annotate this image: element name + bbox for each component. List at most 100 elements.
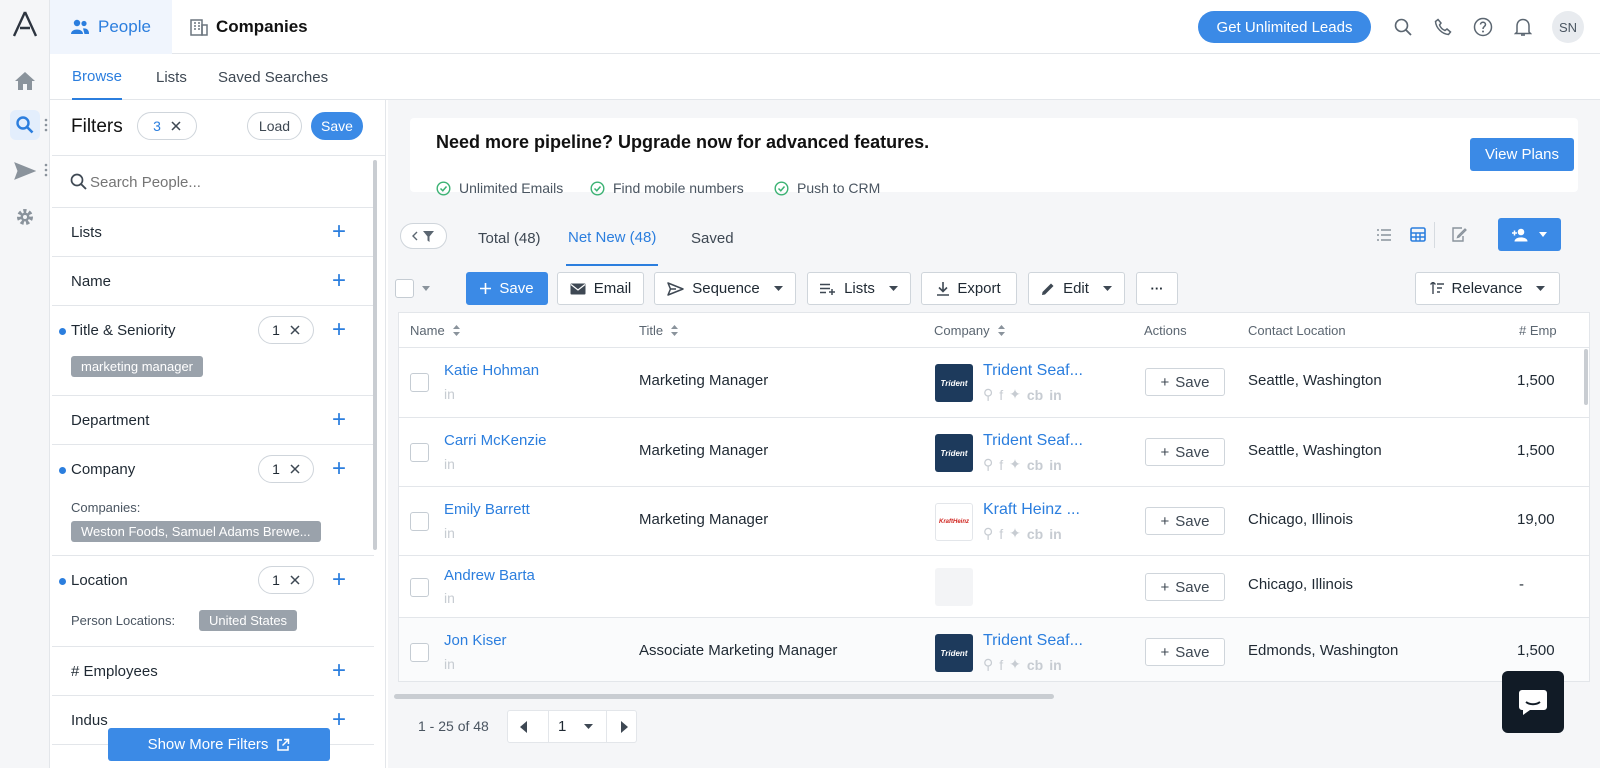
row-checkbox[interactable]	[410, 512, 429, 531]
email-button[interactable]: Email	[557, 272, 644, 305]
person-name-link[interactable]: Emily Barrett	[444, 501, 530, 518]
person-name-link[interactable]: Carri McKenzie	[444, 432, 547, 449]
row-save-button[interactable]: + Save	[1145, 507, 1225, 535]
sort-arrows-icon[interactable]	[671, 324, 679, 336]
sequence-button[interactable]: Sequence	[654, 272, 796, 305]
linkedin-icon[interactable]: in	[444, 525, 455, 541]
row-save-button[interactable]: + Save	[1145, 573, 1225, 601]
column-header-name[interactable]: Name	[410, 313, 460, 347]
tab-people[interactable]: People	[50, 0, 172, 54]
tab-saved-searches[interactable]: Saved Searches	[218, 54, 328, 100]
sort-button[interactable]: Relevance	[1415, 272, 1560, 305]
company-logo[interactable]: Trident	[935, 634, 973, 672]
filter-employees[interactable]: # Employees +	[52, 647, 374, 696]
link-icon[interactable]: ⚲	[983, 386, 993, 403]
filter-department[interactable]: Department +	[52, 396, 374, 445]
page-number[interactable]: 1	[558, 718, 566, 735]
facebook-icon[interactable]: f	[999, 387, 1003, 403]
company-name-link[interactable]: Trident Seaf...	[983, 362, 1083, 380]
company-logo[interactable]: Trident	[935, 434, 973, 472]
filters-scrollbar[interactable]	[373, 160, 377, 550]
save-filters-button[interactable]: Save	[311, 112, 363, 140]
select-all-checkbox[interactable]	[395, 279, 414, 298]
row-save-button[interactable]: + Save	[1145, 438, 1225, 466]
linkedin-icon[interactable]: in	[444, 386, 455, 402]
search-icon[interactable]	[1391, 15, 1415, 39]
crunchbase-icon[interactable]: cb	[1027, 526, 1043, 542]
add-icon[interactable]: +	[332, 659, 346, 683]
tab-saved[interactable]: Saved	[691, 210, 734, 266]
avatar[interactable]: SN	[1552, 11, 1584, 43]
filter-name[interactable]: Name +	[52, 257, 374, 306]
tab-browse[interactable]: Browse	[72, 54, 123, 100]
edit-columns-icon[interactable]	[1451, 226, 1467, 243]
company-name-link[interactable]: Trident Seaf...	[983, 632, 1083, 650]
twitter-icon[interactable]: ✦	[1009, 456, 1021, 473]
twitter-icon[interactable]: ✦	[1009, 656, 1021, 673]
linkedin-icon[interactable]: in	[1049, 457, 1061, 473]
row-checkbox[interactable]	[410, 578, 429, 597]
search-people-input[interactable]	[90, 168, 360, 196]
tab-net-new[interactable]: Net New (48)	[566, 210, 659, 266]
person-name-link[interactable]: Andrew Barta	[444, 567, 535, 584]
add-icon[interactable]: +	[332, 708, 346, 732]
list-view-icon[interactable]	[1376, 228, 1392, 242]
filter-location[interactable]: Location 1 + Person Locations: United St…	[52, 556, 374, 647]
row-checkbox[interactable]	[410, 373, 429, 392]
link-icon[interactable]: ⚲	[983, 525, 993, 542]
link-icon[interactable]: ⚲	[983, 456, 993, 473]
sort-arrows-icon[interactable]	[997, 324, 1005, 336]
tab-lists[interactable]: Lists	[156, 54, 187, 100]
company-name-link[interactable]: Kraft Heinz ...	[983, 501, 1080, 519]
view-plans-button[interactable]: View Plans	[1470, 138, 1574, 171]
export-button[interactable]: Export	[921, 272, 1017, 305]
linkedin-icon[interactable]: in	[444, 590, 455, 606]
filter-title-seniority[interactable]: Title & Seniority 1 + marketing manager	[52, 306, 374, 396]
person-name-link[interactable]: Katie Hohman	[444, 362, 539, 379]
help-icon[interactable]	[1471, 15, 1495, 39]
add-icon[interactable]: +	[332, 568, 346, 592]
edit-button[interactable]: Edit	[1028, 272, 1125, 305]
next-page-icon[interactable]	[620, 721, 628, 733]
filter-count-pill[interactable]: 1	[258, 566, 314, 594]
tab-total[interactable]: Total (48)	[478, 210, 541, 266]
filter-chip[interactable]: United States	[199, 610, 298, 631]
filter-company[interactable]: Company 1 + Companies: Weston Foods, Sam…	[52, 445, 374, 556]
filters-count-pill[interactable]: 3	[137, 112, 197, 140]
company-name-link[interactable]: Trident Seaf...	[983, 432, 1083, 450]
add-contact-button[interactable]	[1498, 218, 1561, 251]
linkedin-icon[interactable]: in	[444, 656, 455, 672]
apollo-logo-icon[interactable]	[12, 10, 38, 38]
add-icon[interactable]: +	[332, 318, 346, 342]
filter-lists[interactable]: Lists +	[52, 208, 374, 257]
column-header-title[interactable]: Title	[639, 313, 679, 347]
gear-icon[interactable]	[10, 202, 40, 232]
sort-arrows-icon[interactable]	[452, 324, 460, 336]
tab-companies[interactable]: Companies	[190, 0, 308, 54]
filter-count-pill[interactable]: 1	[258, 316, 314, 344]
facebook-icon[interactable]: f	[999, 657, 1003, 673]
table-row[interactable]: Carri McKenzie in Marketing Manager Trid…	[399, 417, 1589, 486]
row-checkbox[interactable]	[410, 643, 429, 662]
search-icon[interactable]	[10, 110, 40, 140]
facebook-icon[interactable]: f	[999, 457, 1003, 473]
linkedin-icon[interactable]: in	[1049, 387, 1061, 403]
show-more-filters-button[interactable]: Show More Filters	[108, 728, 330, 761]
person-name-link[interactable]: Jon Kiser	[444, 632, 507, 649]
filter-count-pill[interactable]: 1	[258, 455, 314, 483]
twitter-icon[interactable]: ✦	[1009, 525, 1021, 542]
linkedin-icon[interactable]: in	[444, 456, 455, 472]
row-checkbox[interactable]	[410, 443, 429, 462]
row-save-button[interactable]: + Save	[1145, 638, 1225, 666]
company-logo[interactable]: KraftHeinz	[935, 503, 973, 541]
company-logo[interactable]: Trident	[935, 364, 973, 402]
table-row[interactable]: Andrew Barta in + Save Chicago, Illinois …	[399, 555, 1589, 617]
linkedin-icon[interactable]: in	[1049, 526, 1061, 542]
load-button[interactable]: Load	[247, 112, 302, 140]
phone-icon[interactable]	[1431, 15, 1455, 39]
home-icon[interactable]	[10, 66, 40, 96]
chat-widget-button[interactable]	[1502, 671, 1564, 733]
add-icon[interactable]: +	[332, 457, 346, 481]
close-icon[interactable]	[171, 121, 181, 131]
bell-icon[interactable]	[1511, 15, 1535, 39]
